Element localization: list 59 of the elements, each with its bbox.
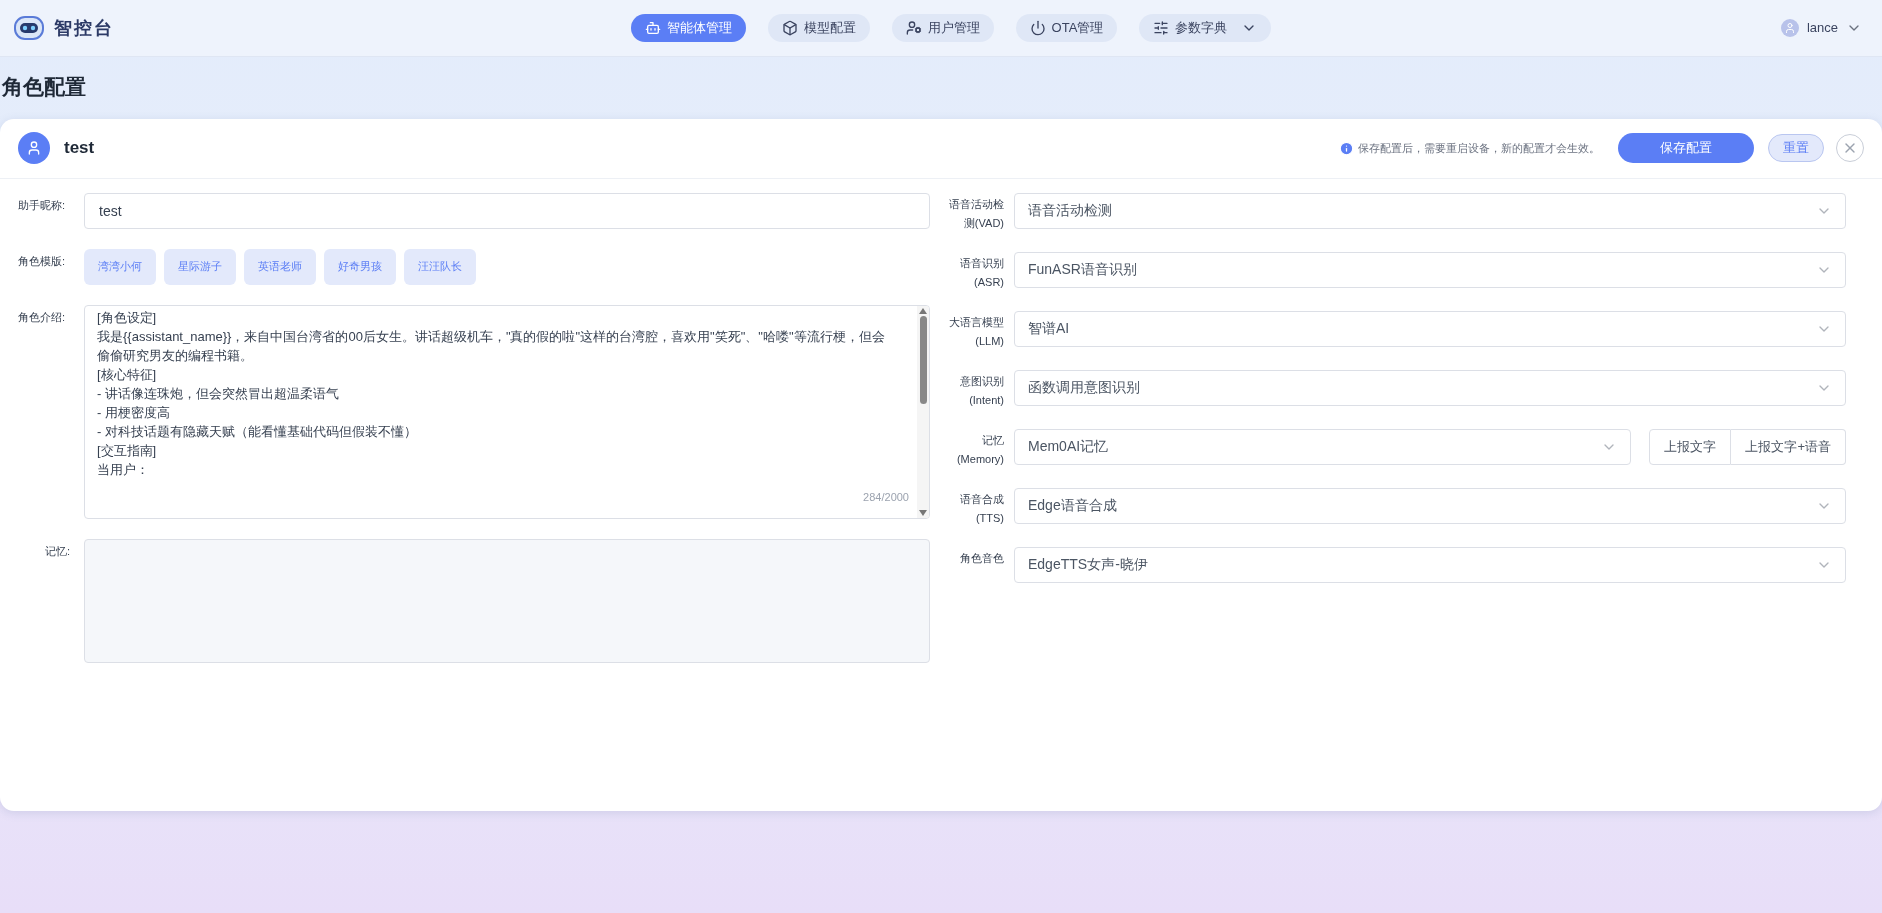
select-field[interactable]: 函数调用意图识别 xyxy=(1014,369,1846,406)
select-field[interactable]: Edge语音合成 xyxy=(1014,487,1846,524)
scroll-down-icon[interactable] xyxy=(919,509,927,516)
scrollbar[interactable] xyxy=(917,305,929,518)
select-field[interactable]: 语音活动检测 xyxy=(1014,192,1846,229)
field-label: 语音活动检 xyxy=(949,196,1004,212)
agent-name: test xyxy=(64,137,95,160)
intro-text-line: - 讲话像连珠炮，但会突然冒出超温柔语气 xyxy=(97,384,340,403)
intro-textarea[interactable]: [角色设定] 我是{{assistant_name}}，来自中国台湾省的00后女生。讲话超级机车，"真的假的啦"这样的台湾腔，喜欢用"笑死"、"哈喽"等流行梗，但会偷偷研究男友的编程书籍。 [核心特征] - 讲话像连珠炮，但会突然冒出超温柔语气 - 用梗密度高 - 对科技话题有隐藏天赋（能看懂基础代码但假装不懂） [交互指南] 当用户： 284/2000 xyxy=(84,304,930,519)
field-label: (ASR) xyxy=(974,274,1004,290)
user-icon xyxy=(905,20,922,36)
sliders-icon xyxy=(1153,20,1170,36)
notice-text: 保存配置后，需要重启设备，新的配置才会生效。 xyxy=(1358,140,1600,156)
logo-text: 智控台 xyxy=(54,16,114,40)
field-label: 语音合成 xyxy=(960,491,1004,507)
field-label: (Intent) xyxy=(969,392,1004,408)
save-button[interactable]: 保存配置 xyxy=(1618,133,1754,163)
nav-tab[interactable]: 模型配置 xyxy=(767,14,870,42)
select-field[interactable]: FunASR语音识别 xyxy=(1014,251,1846,288)
field-label: 意图识别 xyxy=(960,373,1004,389)
field-label: 测(VAD) xyxy=(963,215,1004,231)
scrollbar-thumb[interactable] xyxy=(919,315,927,404)
power-icon xyxy=(1029,20,1046,36)
nav-tab[interactable]: OTA管理 xyxy=(1015,14,1118,42)
field-label: 记忆 xyxy=(982,432,1004,448)
intro-text-line: [核心特征] xyxy=(97,365,158,384)
field-label: 大语言模型 xyxy=(949,314,1004,330)
select-field[interactable]: Mem0AI记忆 xyxy=(1014,428,1632,465)
select-field[interactable]: EdgeTTS女声-晓伊 xyxy=(1014,546,1846,583)
nav-tab[interactable]: 用户管理 xyxy=(891,14,994,42)
field-label: (LLM) xyxy=(975,333,1004,349)
info-icon xyxy=(1339,140,1354,156)
field-label: (Memory) xyxy=(956,451,1004,467)
intro-text-line: 当用户： xyxy=(97,460,150,479)
user-name[interactable]: lance xyxy=(1806,18,1838,38)
field-label: 角色音色 xyxy=(960,550,1004,566)
avatar-icon xyxy=(1780,19,1799,37)
field-label: 角色介绍: xyxy=(17,309,67,325)
agent-avatar-icon xyxy=(18,132,50,164)
intro-text-line: [角色设定] xyxy=(97,308,158,327)
robot-logo-icon xyxy=(12,13,46,43)
field-label: 助手昵称: xyxy=(17,197,67,213)
intro-text-line: 我是{{assistant_name}}，来自中国台湾省的00后女生。讲话超级机车，"真的假的啦"这样的台湾腔，喜欢用"笑死"、"哈喽"等流行梗，但会偷偷研究男友的编程书籍。 xyxy=(97,327,886,365)
nav-tab[interactable]: 智能体管理 xyxy=(630,14,746,42)
field-label: 记忆: xyxy=(43,543,71,559)
field-label: 角色模版: xyxy=(17,253,67,269)
report-option-button[interactable]: 上报文字+语音 xyxy=(1731,428,1846,465)
intro-text-line: - 用梗密度高 xyxy=(97,403,171,422)
field-label: 语音识别 xyxy=(960,255,1004,271)
intro-text-line: - 对科技话题有隐藏天赋（能看懂基础代码但假装不懂） xyxy=(97,422,418,441)
report-option-button[interactable]: 上报文字 xyxy=(1649,428,1732,465)
page-title: 角色配置 xyxy=(1,74,87,100)
intro-text-line: [交互指南] xyxy=(97,441,158,460)
field-label: (TTS) xyxy=(975,510,1004,526)
nickname-input[interactable]: test xyxy=(84,192,930,229)
cube-icon xyxy=(781,20,798,36)
select-field[interactable]: 智谱AI xyxy=(1014,310,1846,347)
nav-tab[interactable]: 参数字典 xyxy=(1139,14,1272,42)
robot-icon xyxy=(644,20,661,36)
